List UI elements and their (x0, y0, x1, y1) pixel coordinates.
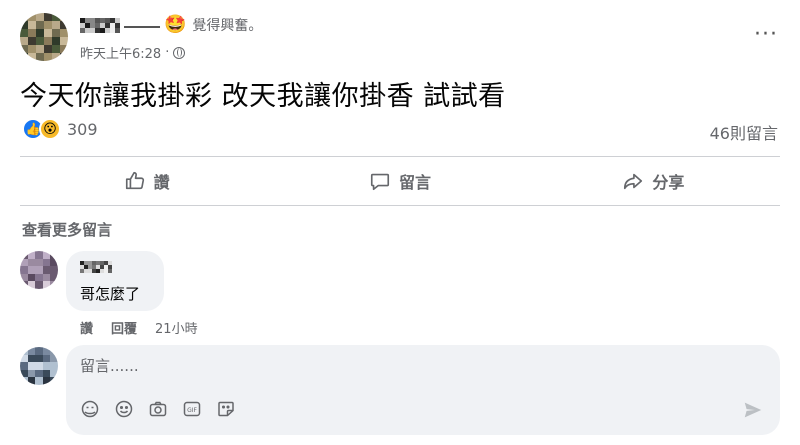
commenter-avatar[interactable] (20, 251, 58, 289)
comment-reply-link[interactable]: 回覆 (111, 318, 137, 337)
avatar-sticker-icon[interactable] (80, 399, 100, 419)
divider-bottom (20, 205, 780, 206)
more-options-button[interactable]: ··· (754, 22, 778, 47)
post-action-bar: 讚 留言 分享 (20, 158, 780, 204)
share-arrow-icon (624, 173, 643, 190)
wow-reaction-icon: 😮 (39, 118, 61, 140)
author-name-dash (124, 25, 160, 28)
like-button-label: 讚 (153, 173, 170, 192)
author-line: 🤩 覺得興奮。 (80, 14, 262, 36)
commenter-name-pixelated[interactable] (80, 261, 112, 273)
svg-text:GIF: GIF (187, 407, 197, 414)
feeling-text: 覺得興奮。 (192, 18, 263, 34)
share-button[interactable]: 分享 (527, 158, 780, 204)
meta-separator: · (165, 45, 170, 60)
gif-icon[interactable]: GIF (182, 399, 202, 419)
share-button-label: 分享 (652, 173, 685, 192)
post-text: 今天你讓我掛彩 改天我讓你掛香 試試看 (20, 81, 506, 112)
comment-text: 哥怎麼了 (80, 285, 141, 303)
speech-bubble-icon (370, 173, 390, 191)
comment-count-link[interactable]: 46則留言 (710, 120, 778, 144)
send-icon[interactable] (742, 399, 764, 421)
reactions-summary[interactable]: 👍 😮 309 (22, 118, 98, 140)
divider-top (20, 156, 780, 157)
composer-tools: GIF (80, 399, 236, 419)
comment-button-label: 留言 (398, 173, 431, 192)
comment-time[interactable]: 21小時 (155, 318, 198, 337)
post-meta: 昨天上午6:28 · (80, 43, 186, 62)
sticker-icon[interactable] (216, 399, 236, 419)
camera-icon[interactable] (148, 399, 168, 419)
comment-composer: GIF (66, 345, 780, 435)
current-user-avatar (20, 347, 58, 385)
view-more-comments-link[interactable]: 查看更多留言 (22, 219, 112, 240)
emoji-icon[interactable] (114, 399, 134, 419)
post-timestamp[interactable]: 昨天上午6:28 (80, 43, 161, 62)
globe-icon[interactable] (173, 46, 186, 59)
reaction-count: 309 (67, 119, 98, 139)
comment-like-link[interactable]: 讚 (80, 318, 93, 337)
comment-bubble: 哥怎麼了 (66, 251, 164, 311)
author-name-pixelated[interactable] (80, 17, 120, 33)
comment-actions: 讚 回覆 21小時 (80, 318, 198, 337)
like-button[interactable]: 讚 (20, 158, 273, 204)
comment-button[interactable]: 留言 (273, 158, 526, 204)
feeling-emoji-icon: 🤩 (164, 14, 187, 35)
comment-input[interactable] (80, 357, 680, 375)
author-avatar[interactable] (20, 13, 68, 61)
thumbs-up-icon (125, 171, 144, 190)
